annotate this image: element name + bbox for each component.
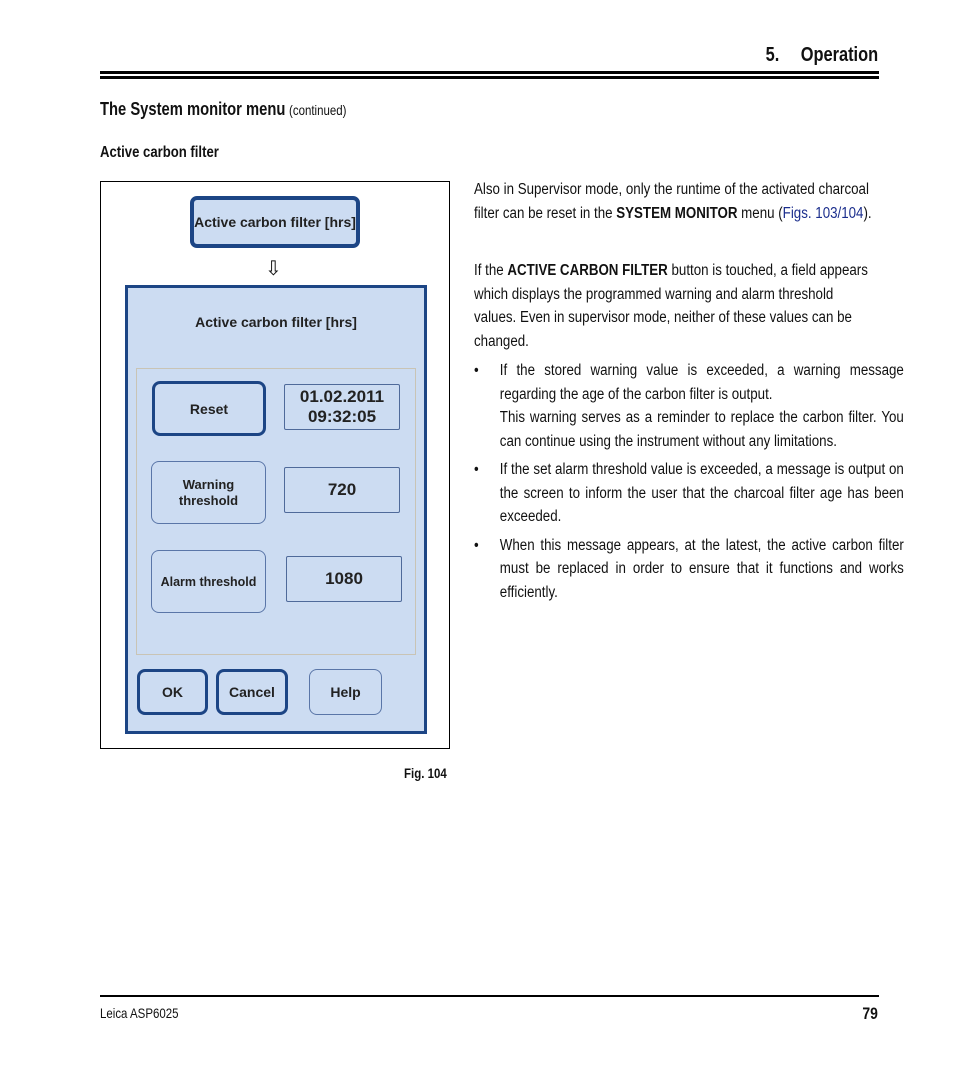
warning-label-line1: Warning [182, 476, 235, 492]
para2-bold: ACTIVE CARBON FILTER [507, 262, 668, 279]
alarm-threshold-value: 1080 [286, 556, 402, 602]
bullet-icon: • [474, 461, 479, 478]
figure-reference-link[interactable]: Figs. 103/104 [783, 205, 864, 222]
reset-date: 01.02.2011 [299, 387, 385, 406]
paragraph-1: Also in Supervisor mode, only the runtim… [474, 178, 878, 225]
reset-button[interactable]: Reset [152, 381, 266, 436]
bullet-icon: • [474, 536, 479, 554]
warning-label-line2: threshold [178, 492, 239, 508]
chapter-number: 5. [765, 44, 780, 66]
help-button[interactable]: Help [309, 669, 382, 715]
dialog-panel: Reset 01.02.2011 09:32:05 Warning thresh… [136, 368, 416, 655]
list-item: • When this message appears, at the lates… [474, 534, 904, 605]
bullet-icon: • [474, 362, 479, 379]
para1-bold: SYSTEM MONITOR [616, 204, 738, 222]
cancel-button[interactable]: Cancel [216, 669, 288, 715]
section-title-text: The System monitor menu [100, 99, 286, 119]
bullet-text: If the set alarm threshold value is exce… [499, 461, 904, 525]
body-text: Also in Supervisor mode, only the runtim… [474, 178, 904, 609]
bullet-extra-text: This warning serves as a reminder to rep… [499, 409, 904, 450]
page-number: 79 [862, 1004, 878, 1023]
header-rule-bottom [100, 76, 879, 79]
para1-post: ). [863, 204, 872, 222]
chapter-header: 5. Operation [766, 44, 878, 67]
bullet-text: When this message appears, at the latest… [499, 536, 904, 601]
active-carbon-filter-button[interactable]: Active carbon filter [hrs] [190, 196, 360, 248]
bullet-text: If the stored warning value is exceeded,… [499, 362, 904, 403]
list-item: • If the stored warning value is exceeded… [474, 359, 904, 453]
ok-button[interactable]: OK [137, 669, 208, 715]
arrow-down-icon: ⇩ [265, 258, 282, 280]
figure-caption: Fig. 104 [404, 765, 447, 781]
reset-timestamp-field: 01.02.2011 09:32:05 [284, 384, 400, 430]
section-continued: (continued) [289, 102, 347, 118]
footer-rule [100, 995, 879, 997]
footer-product: Leica ASP6025 [100, 1005, 179, 1021]
list-item: • If the set alarm threshold value is exc… [474, 458, 904, 529]
header-rule-top [100, 71, 879, 74]
warning-threshold-value: 720 [284, 467, 400, 513]
para1-mid: menu ( [737, 204, 783, 222]
active-carbon-filter-dialog: Active carbon filter [hrs] Reset 01.02.2… [125, 285, 427, 734]
chapter-title: Operation [800, 44, 878, 66]
reset-time: 09:32:05 [307, 407, 377, 426]
alarm-threshold-button[interactable]: Alarm threshold [151, 550, 266, 613]
figure-104: Active carbon filter [hrs] ⇩ Active carb… [100, 181, 450, 749]
bullet-list: • If the stored warning value is exceeded… [474, 359, 904, 604]
warning-threshold-button[interactable]: Warning threshold [151, 461, 266, 524]
section-title: The System monitor menu (continued) [100, 99, 346, 120]
dialog-title: Active carbon filter [hrs] [195, 314, 357, 330]
subsection-title: Active carbon filter [100, 144, 219, 161]
paragraph-2: If the ACTIVE CARBON FILTER button is to… [474, 259, 878, 353]
para2-pre: If the [474, 262, 508, 279]
